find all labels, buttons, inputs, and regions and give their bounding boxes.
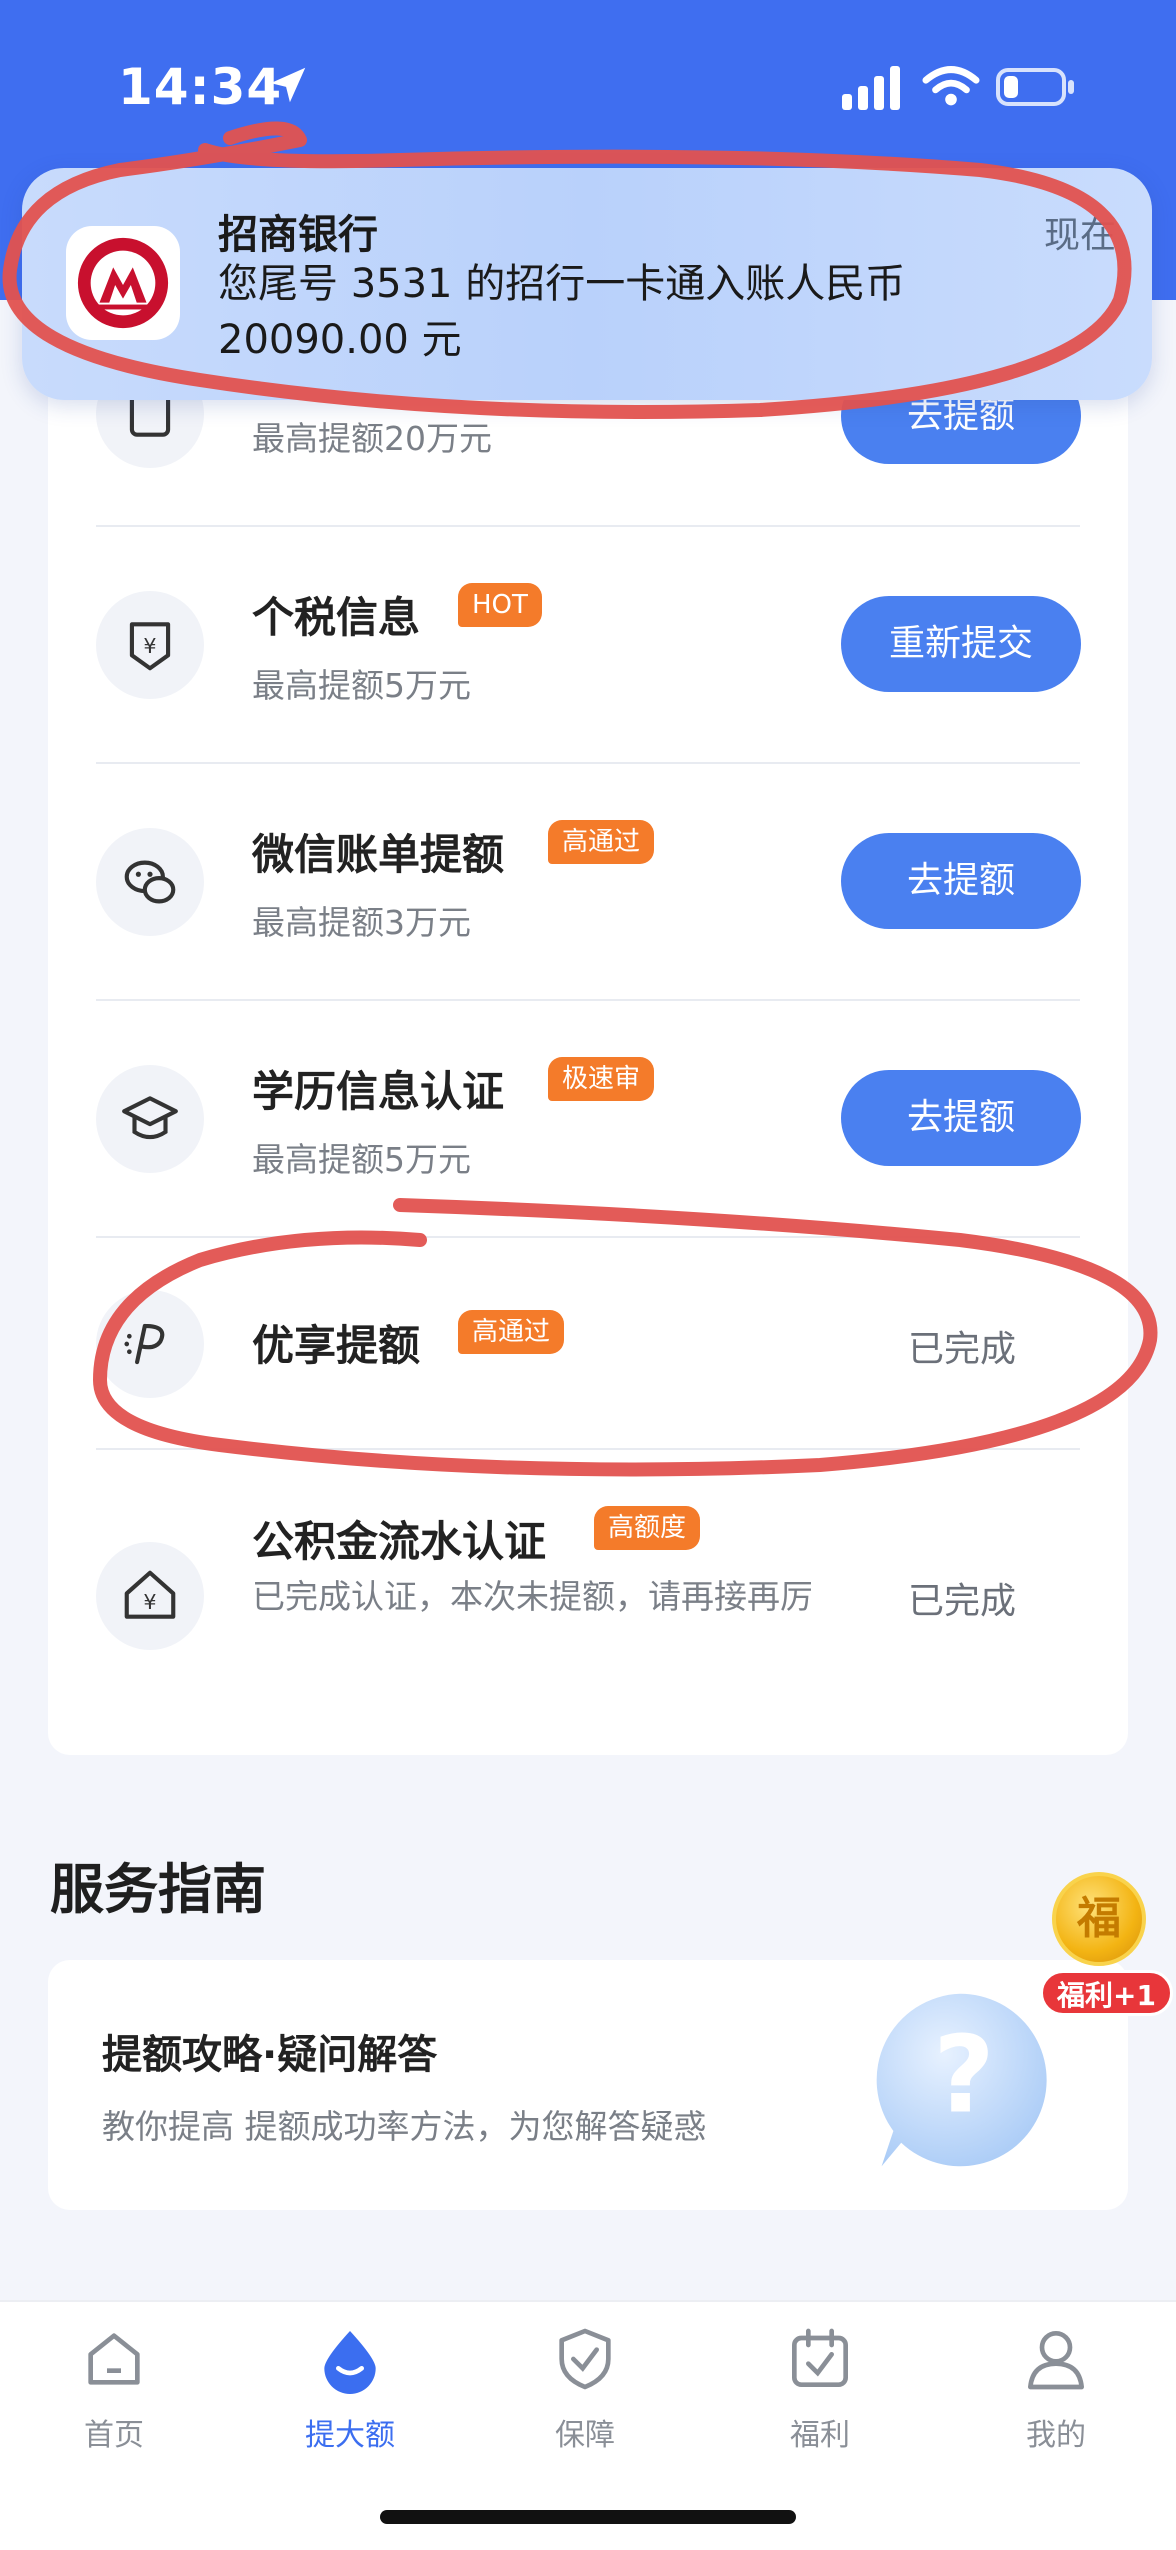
tab-home[interactable]: 首页 (34, 2324, 194, 2454)
wechat-icon (96, 828, 204, 936)
list-item[interactable]: ¥ 个税信息 HOT 最高提额5万元 重新提交 (48, 527, 1128, 762)
list-item[interactable]: 优享提额 高通过 已完成 (48, 1238, 1128, 1448)
house-yuan-icon: ¥ (96, 1542, 204, 1650)
item-title: 优享提额 (252, 1321, 421, 1370)
home-icon (88, 2333, 140, 2385)
item-title: 微信账单提额 (252, 830, 505, 879)
status-time: 14:34 (118, 58, 283, 116)
svg-text:¥: ¥ (143, 1590, 156, 1614)
user-icon (1028, 2331, 1084, 2390)
item-subtitle: 最高提额3万元 (252, 903, 471, 942)
notification-app-name: 招商银行 (218, 212, 378, 258)
tag: 极速审 (548, 1057, 655, 1101)
raise-limit-button[interactable]: 去提额 (841, 833, 1081, 929)
bank-notification[interactable]: 招商银行 现在 您尾号 3531 的招行一卡通入账人民币 20090.00 元 (22, 168, 1152, 400)
tab-raise-limit[interactable]: 提大额 (270, 2324, 430, 2454)
fortune-coin-icon[interactable]: 福 (1052, 1872, 1146, 1966)
cellular-signal-icon (842, 66, 900, 110)
welfare-badge[interactable]: 福利+1 (1040, 1970, 1173, 2016)
item-subtitle: 最高提额5万元 (252, 1140, 471, 1179)
premium-p-icon (96, 1290, 204, 1398)
shield-check-icon (559, 2328, 611, 2390)
tab-protection[interactable]: 保障 (505, 2324, 665, 2454)
item-subtitle: 已完成认证，本次未提额，请再接再厉 (252, 1577, 813, 1616)
tab-mine[interactable]: 我的 (976, 2324, 1136, 2454)
calendar-check-icon (792, 2328, 848, 2387)
item-subtitle: 最高提额5万元 (252, 666, 471, 705)
list-item[interactable]: ¥ 公积金流水认证 高额度 已完成认证，本次未提额，请再接再厉 已完成 (48, 1450, 1128, 1720)
item-title: 个税信息 (252, 593, 421, 642)
notification-message: 您尾号 3531 的招行一卡通入账人民币 20090.00 元 (218, 261, 906, 363)
graduation-cap-icon (96, 1065, 204, 1173)
tab-label: 提大额 (305, 2418, 395, 2453)
item-subtitle: 最高提额20万元 (252, 419, 492, 458)
tax-shield-icon: ¥ (96, 591, 204, 699)
status-bar: 14:34 (0, 0, 1176, 160)
home-indicator (380, 2510, 796, 2524)
location-arrow-icon (270, 67, 306, 103)
completed-status: 已完成 (908, 1329, 1017, 1370)
tag: 高通过 (548, 820, 655, 864)
raise-limit-button[interactable]: 去提额 (841, 1070, 1081, 1166)
battery-icon (996, 68, 1074, 106)
tab-label: 首页 (84, 2418, 144, 2453)
item-title: 公积金流水认证 (252, 1517, 547, 1566)
list-item[interactable]: 学历信息认证 极速审 最高提额5万元 去提额 (48, 1001, 1128, 1236)
completed-status: 已完成 (908, 1581, 1017, 1622)
guide-card-title: 提额攻略·疑问解答 (102, 2032, 438, 2078)
wifi-icon (922, 66, 980, 106)
tab-label: 福利 (790, 2418, 850, 2453)
tab-label: 保障 (555, 2418, 615, 2453)
tag: 高通过 (458, 1310, 565, 1354)
hot-tag: HOT (458, 583, 542, 627)
guide-card-subtitle: 教你提高 提额成功率方法，为您解答疑惑 (102, 2107, 707, 2146)
svg-text:¥: ¥ (143, 634, 156, 658)
svg-text:?: ? (933, 2013, 994, 2136)
help-question-icon[interactable]: ? (862, 1982, 1058, 2178)
tag: 高额度 (594, 1506, 701, 1550)
cmb-logo-icon (66, 226, 180, 340)
tab-label: 我的 (1026, 2418, 1086, 2453)
section-title: 服务指南 (50, 1858, 266, 1921)
list-item[interactable]: 微信账单提额 高通过 最高提额3万元 去提额 (48, 764, 1128, 999)
notification-time: 现在 (1043, 215, 1116, 256)
tab-welfare[interactable]: 福利 (740, 2324, 900, 2454)
resubmit-button[interactable]: 重新提交 (841, 596, 1081, 692)
drop-icon (324, 2331, 376, 2394)
item-title: 学历信息认证 (252, 1067, 505, 1116)
